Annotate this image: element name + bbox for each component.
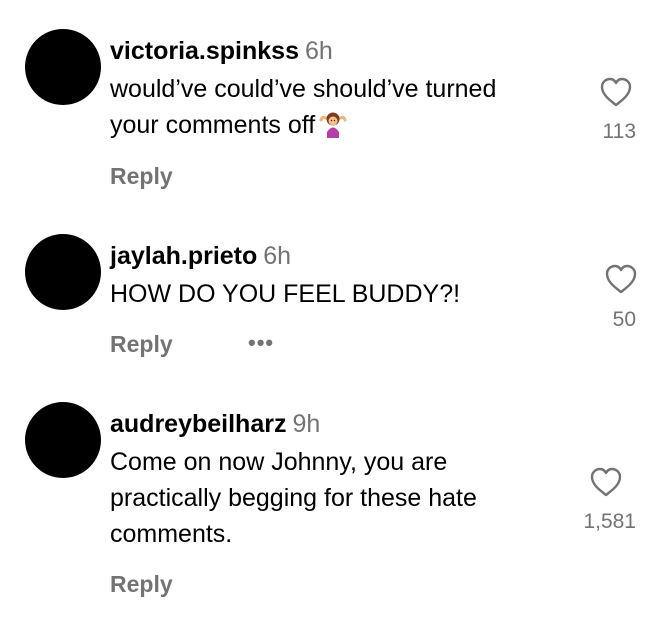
comment-text: HOW DO YOU FEEL BUDDY?! xyxy=(110,280,461,308)
like-count: 50 xyxy=(612,308,636,331)
comment-text: would’ve could’ve should’ve turned your … xyxy=(110,75,497,139)
reply-button[interactable]: Reply xyxy=(110,331,173,358)
avatar[interactable] xyxy=(25,234,101,310)
like-count: 1,581 xyxy=(583,510,636,533)
comment-audreybeilharz: audreybeilharz 9h Come on now Johnny, you… xyxy=(0,373,666,636)
more-options-button[interactable]: ••• xyxy=(248,330,274,356)
comment-victoria-spinkss: victoria.spinkss 6h would’ve could’ve sho… xyxy=(0,0,666,205)
timestamp: 6h xyxy=(263,242,292,270)
heart-outline-icon[interactable] xyxy=(604,263,638,295)
timestamp: 6h xyxy=(304,37,333,65)
heart-outline-icon[interactable] xyxy=(589,466,623,498)
avatar[interactable] xyxy=(25,402,101,478)
comment-jaylah-prieto: jaylah.prieto 6h HOW DO YOU FEEL BUDDY?! … xyxy=(0,205,666,385)
reply-button[interactable]: Reply xyxy=(110,571,173,598)
username[interactable]: victoria.spinkss 6h xyxy=(110,37,333,66)
timestamp: 9h xyxy=(292,410,321,438)
heart-outline-icon[interactable] xyxy=(599,76,633,108)
reply-button[interactable]: Reply xyxy=(110,163,173,190)
avatar[interactable] xyxy=(25,29,101,105)
username[interactable]: audreybeilharz 9h xyxy=(110,410,320,439)
like-count: 113 xyxy=(602,120,636,143)
username[interactable]: jaylah.prieto 6h xyxy=(110,242,291,271)
comment-text: Come on now Johnny, you are practically … xyxy=(110,448,477,548)
woman-shrugging-icon xyxy=(319,112,347,138)
